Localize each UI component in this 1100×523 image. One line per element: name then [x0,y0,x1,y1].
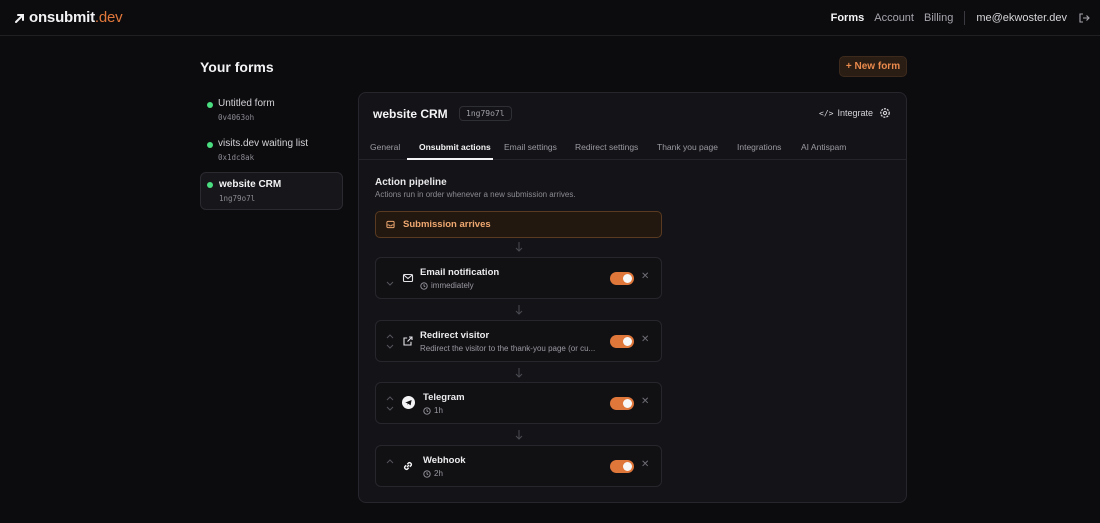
clock-icon [420,281,428,290]
integrate-button[interactable]: </> Integrate [819,108,873,118]
active-tab-indicator [407,158,493,160]
nav-billing[interactable]: Billing [924,12,953,24]
form-code: 0v4063oh [218,113,255,122]
action-toggle[interactable] [610,397,634,410]
nav-account[interactable]: Account [874,12,914,24]
panel-title: website CRM [373,107,448,121]
toggle-knob [623,274,632,283]
action-title: Email notification [420,267,500,278]
arrow-down-icon [515,242,523,252]
action-title: Webhook [423,455,466,466]
arrow-down-icon [515,305,523,315]
nav-divider [964,11,966,25]
form-name: Untitled form [218,98,275,109]
integrate-label: Integrate [837,108,873,118]
action-delay: immediately [431,281,474,290]
action-card-redirect-visitor[interactable]: Redirect visitor Redirect the visitor to… [375,320,662,362]
gear-icon[interactable] [879,107,891,119]
link-icon [403,461,413,471]
action-card-email-notification[interactable]: Email notification immediately ✕ [375,257,662,299]
page-title: Your forms [200,59,274,75]
new-form-button[interactable]: + New form [839,56,907,77]
action-subtitle: Redirect the visitor to the thank-you pa… [420,344,596,353]
tab-ai-antispam[interactable]: AI Antispam [801,142,846,152]
action-toggle[interactable] [610,272,634,285]
toggle-knob [623,462,632,471]
action-toggle[interactable] [610,335,634,348]
form-code: 0x1dc8ak [218,153,255,162]
reorder-arrows-icon[interactable] [385,332,395,352]
arrow-down-icon [515,430,523,440]
tab-email-settings[interactable]: Email settings [504,142,557,152]
action-toggle[interactable] [610,460,634,473]
close-icon[interactable]: ✕ [641,334,649,345]
form-name: website CRM [219,179,282,190]
trigger-label: Submission arrives [403,219,491,230]
code-icon: </> [819,108,834,118]
telegram-icon [402,396,415,409]
tab-bar: General Onsubmit actions Email settings … [359,135,906,160]
logout-icon[interactable] [1078,12,1090,24]
tab-thank-you-page[interactable]: Thank you page [657,142,718,152]
nav-forms[interactable]: Forms [831,12,865,24]
reorder-arrows-icon[interactable] [385,394,395,414]
tab-onsubmit-actions[interactable]: Onsubmit actions [419,142,491,152]
action-subtitle: 1h [423,406,443,415]
tab-integrations[interactable]: Integrations [737,142,781,152]
action-delay: 2h [434,469,443,478]
action-subtitle: 2h [423,469,443,478]
action-title: Telegram [423,392,465,403]
tab-redirect-settings[interactable]: Redirect settings [575,142,638,152]
form-list-item[interactable]: visits.dev waiting list 0x1dc8ak [200,132,343,170]
tab-general[interactable]: General [370,142,400,152]
status-dot [207,102,213,108]
move-down-icon[interactable] [385,269,395,289]
section-subtitle: Actions run in order whenever a new subm… [375,190,576,199]
external-link-icon [403,336,413,346]
form-list-item-selected[interactable]: website CRM 1ng79o7l [200,172,343,210]
status-dot [207,142,213,148]
form-panel: website CRM 1ng79o7l </> Integrate Gener… [358,92,907,503]
form-code: 1ng79o7l [219,194,256,203]
close-icon[interactable]: ✕ [641,396,649,407]
close-icon[interactable]: ✕ [641,271,649,282]
logo[interactable]: onsubmit .dev [14,9,123,26]
clock-icon [423,406,431,415]
move-up-icon[interactable] [385,457,395,477]
action-delay: 1h [434,406,443,415]
toggle-knob [623,399,632,408]
form-list: Untitled form 0v4063oh visits.dev waitin… [200,92,343,212]
clock-icon [423,469,431,478]
inbox-icon [386,220,395,229]
logo-tld: .dev [94,9,123,26]
trigger-card: Submission arrives [375,211,662,238]
top-bar: onsubmit .dev Forms Account Billing me@ek… [0,0,1100,36]
close-icon[interactable]: ✕ [641,459,649,470]
status-dot [207,182,213,188]
main-nav: Forms Account Billing me@ekwoster.dev [821,0,1090,36]
form-id-badge[interactable]: 1ng79o7l [459,106,512,121]
form-name: visits.dev waiting list [218,138,309,149]
action-title: Redirect visitor [420,330,490,341]
section-title: Action pipeline [375,177,447,188]
action-card-webhook[interactable]: Webhook 2h ✕ [375,445,662,487]
logo-name: onsubmit [29,9,95,26]
arrow-down-icon [515,368,523,378]
action-card-telegram[interactable]: Telegram 1h ✕ [375,382,662,424]
user-email[interactable]: me@ekwoster.dev [976,12,1067,24]
action-subtitle: immediately [420,281,474,290]
toggle-knob [623,337,632,346]
form-list-item[interactable]: Untitled form 0v4063oh [200,92,343,130]
mail-icon [402,273,414,283]
arrow-icon [15,13,24,23]
